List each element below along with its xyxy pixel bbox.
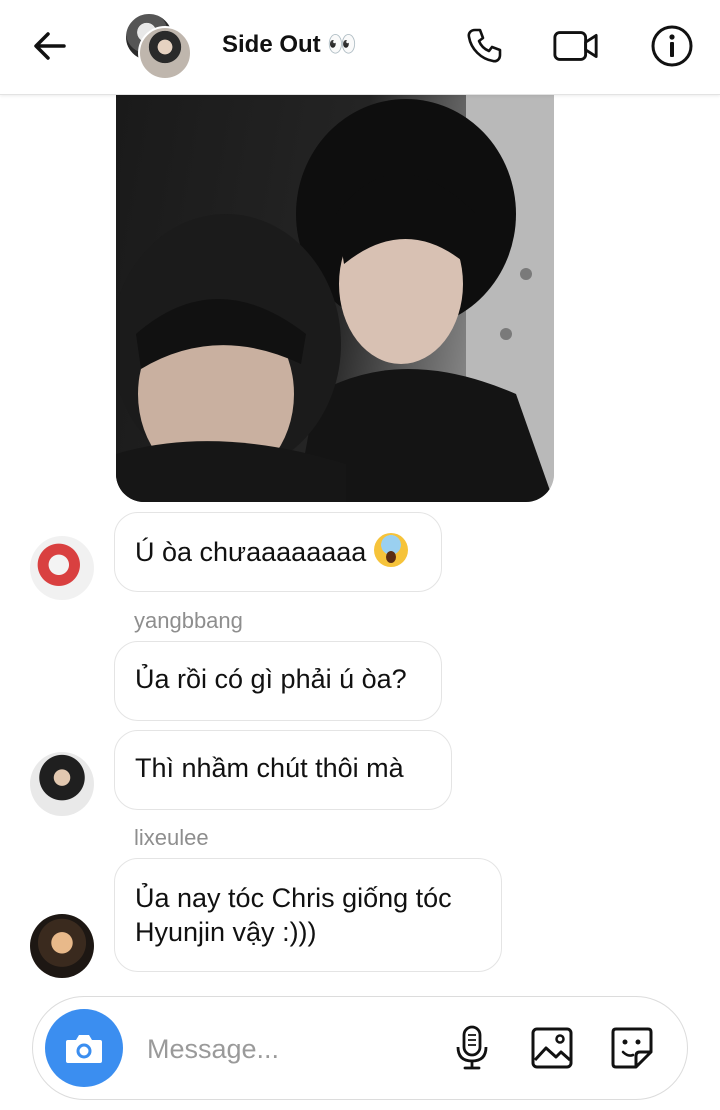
sender-name: lixeulee: [134, 825, 209, 850]
message-bubble[interactable]: Ú òa chưaaaaaaaa: [114, 512, 442, 592]
voice-button[interactable]: [447, 1023, 497, 1073]
message-text: Ủa rồi có gì phải ú òa?: [135, 664, 407, 694]
group-avatar-front: [138, 26, 192, 80]
avatar-chris[interactable]: [30, 914, 94, 978]
video-call-icon: [553, 31, 598, 61]
message-composer: [32, 996, 688, 1100]
video-call-button[interactable]: [552, 22, 600, 70]
group-avatar[interactable]: [124, 12, 192, 80]
call-button[interactable]: [460, 22, 508, 70]
avatar-yangbbang[interactable]: [30, 536, 94, 600]
avatar-lixeulee[interactable]: [30, 752, 94, 816]
sender-name: yangbbang: [134, 608, 243, 633]
info-button[interactable]: [648, 22, 696, 70]
message-text: Ú òa chưaaaaaaaa: [135, 537, 367, 567]
scream-emoji-icon: [374, 533, 409, 567]
camera-button[interactable]: [45, 1009, 123, 1087]
gallery-icon: [531, 1027, 573, 1069]
gallery-button[interactable]: [527, 1023, 577, 1073]
camera-icon: [66, 1035, 102, 1063]
message-bubble[interactable]: Thì nhầm chút thôi mà: [114, 730, 452, 810]
shared-photo[interactable]: [116, 94, 554, 502]
message-text: Thì nhầm chút thôi mà: [135, 753, 404, 783]
info-icon: [651, 25, 693, 67]
back-button[interactable]: [28, 24, 72, 68]
chat-title[interactable]: Side Out 👀: [222, 30, 357, 59]
sticker-icon: [611, 1027, 653, 1069]
phone-icon: [467, 28, 502, 63]
message-bubble[interactable]: Ủa rồi có gì phải ú òa?: [114, 641, 442, 721]
chat-header: Side Out 👀: [0, 0, 720, 95]
message-bubble[interactable]: Ủa nay tóc Chris giống tóc Hyunjin vậy :…: [114, 858, 502, 972]
message-text: Ủa nay tóc Chris giống tóc Hyunjin vậy :…: [135, 883, 452, 947]
microphone-icon: [456, 1025, 488, 1070]
sticker-button[interactable]: [607, 1023, 657, 1073]
message-input[interactable]: [145, 1025, 439, 1073]
arrow-left-icon: [34, 32, 66, 60]
